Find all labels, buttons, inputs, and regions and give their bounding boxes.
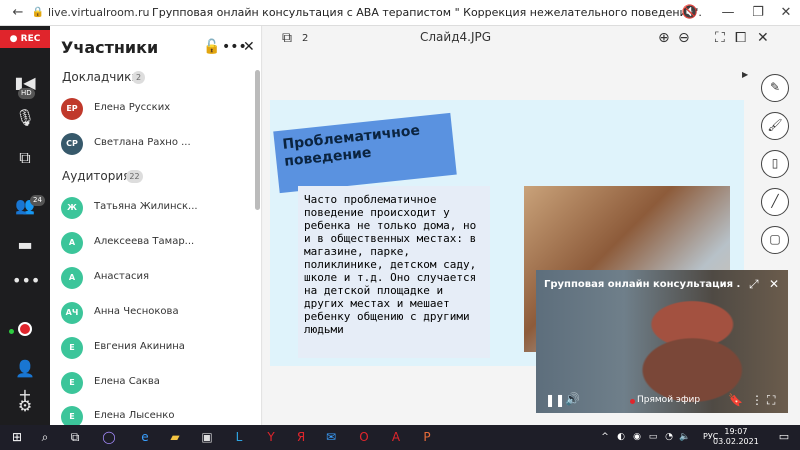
slide-name: Слайд4.JPG: [420, 30, 492, 44]
slide-count: 2: [302, 33, 309, 44]
line-tool-icon[interactable]: ╱: [761, 188, 789, 216]
powerpoint-icon[interactable]: P: [418, 428, 436, 446]
record-icon[interactable]: [12, 318, 38, 344]
pen-tool-icon[interactable]: ✎: [761, 74, 789, 102]
close-viewer-icon[interactable]: ✕: [757, 30, 769, 46]
clock-date: 03.02.2021: [713, 437, 759, 446]
pause-icon[interactable]: ❚❚: [545, 393, 565, 407]
participant-name[interactable]: Татьяна Жилинск...: [94, 201, 198, 212]
avatar[interactable]: Е: [61, 372, 83, 394]
live-label: Прямой эфир: [637, 395, 701, 405]
close-video-icon[interactable]: ✕: [769, 277, 779, 291]
avatar[interactable]: ЕР: [61, 98, 83, 120]
more-icon[interactable]: •••: [12, 268, 40, 294]
volume-tray-icon[interactable]: 🔈: [676, 428, 694, 446]
acrobat-icon[interactable]: A: [387, 428, 405, 446]
alice-icon[interactable]: ◯: [100, 428, 118, 446]
chat-icon[interactable]: ▬: [12, 232, 38, 258]
avatar[interactable]: Е: [61, 337, 83, 359]
participant-name[interactable]: Евгения Акинина: [94, 341, 185, 352]
audience-section-label: Аудитория: [62, 169, 131, 183]
search-icon[interactable]: ⌕: [36, 428, 54, 446]
settings-icon[interactable]: ⚙: [12, 393, 38, 419]
microphone-icon[interactable]: 🎙: [12, 105, 38, 131]
fit-icon[interactable]: ⧠: [735, 30, 746, 46]
yandex-icon[interactable]: Я: [292, 428, 310, 446]
opera-icon[interactable]: O: [355, 428, 373, 446]
yandex-browser-icon[interactable]: Y: [262, 428, 280, 446]
mute-tab-icon[interactable]: 🔇: [680, 3, 700, 23]
restore-icon[interactable]: ❐: [748, 3, 768, 23]
add-user-icon[interactable]: 👤+: [12, 356, 38, 404]
windows-start-icon[interactable]: ⊞: [8, 428, 26, 446]
live-dot: [630, 399, 635, 404]
slides-icon[interactable]: ⧉: [282, 30, 292, 46]
close-window-icon[interactable]: ✕: [776, 3, 796, 23]
rectangle-tool-icon[interactable]: ▢: [761, 226, 789, 254]
participant-name[interactable]: Светлана Рахно ...: [94, 137, 191, 148]
edge-icon[interactable]: e: [136, 428, 154, 446]
hd-badge: HD: [18, 88, 35, 99]
back-icon[interactable]: ←: [8, 3, 28, 23]
notifications-icon[interactable]: ▭: [775, 428, 793, 446]
marker-tool-icon[interactable]: ▯: [761, 150, 789, 178]
video-fullscreen-icon[interactable]: ⛶: [767, 393, 775, 408]
close-panel-icon[interactable]: ✕: [243, 39, 255, 55]
lock-panel-icon[interactable]: 🔓: [203, 39, 220, 55]
mail-icon[interactable]: ✉: [322, 428, 340, 446]
avatar[interactable]: А: [61, 232, 83, 254]
video-title: Групповая онлайн консультация ...: [544, 279, 740, 290]
participant-name[interactable]: Анастасия: [94, 271, 149, 282]
panel-scrollbar[interactable]: [255, 70, 260, 210]
participant-name[interactable]: Елена Русских: [94, 102, 170, 113]
speakers-count: 2: [132, 71, 145, 84]
audience-count: 22: [126, 170, 143, 183]
explorer-icon[interactable]: ▰: [166, 428, 184, 446]
store-icon[interactable]: ▣: [198, 428, 216, 446]
avatar[interactable]: СР: [61, 133, 83, 155]
lock-icon[interactable]: 🔒: [28, 3, 48, 23]
volume-icon[interactable]: 🔊: [565, 392, 580, 406]
collapse-tools-icon[interactable]: ▶: [742, 70, 748, 79]
participant-name[interactable]: Елена Лысенко: [94, 410, 174, 421]
rec-indicator[interactable]: ● REC: [0, 30, 50, 48]
slide-text: Часто проблематичное поведение происходи…: [304, 193, 477, 336]
participants-panel: [50, 26, 262, 425]
rec-label: REC: [20, 34, 41, 44]
popout-icon[interactable]: ⤢: [749, 277, 759, 292]
clock-time: 19:07: [724, 427, 748, 436]
zoom-in-icon[interactable]: ⊕: [658, 30, 670, 46]
app-l-icon[interactable]: L: [230, 428, 248, 446]
video-more-icon[interactable]: ⋮: [751, 393, 763, 407]
zoom-out-icon[interactable]: ⊖: [678, 30, 690, 46]
panel-title: Участники: [61, 38, 159, 57]
clock[interactable]: 19:07 03.02.2021: [713, 427, 759, 447]
url-text[interactable]: live.virtualroom.ru: [48, 6, 150, 19]
avatar[interactable]: А: [61, 267, 83, 289]
participant-name[interactable]: Анна Чеснокова: [94, 306, 179, 317]
speakers-section-label: Докладчики: [62, 70, 140, 84]
share-screen-icon[interactable]: ⧉: [12, 145, 38, 171]
task-view-icon[interactable]: ⧉: [66, 428, 84, 446]
bookmark-icon[interactable]: 🔖: [728, 393, 743, 407]
participant-name[interactable]: Елена Саква: [94, 376, 160, 387]
minimize-icon[interactable]: —: [718, 3, 738, 23]
brush-tool-icon[interactable]: 🖌: [761, 112, 789, 140]
participants-badge: 24: [30, 195, 45, 206]
page-title: Групповая онлайн консультация с АВА тера…: [152, 6, 702, 19]
browser-titlebar: ← 🔒 live.virtualroom.ru Групповая онлайн…: [0, 0, 800, 26]
avatar[interactable]: АЧ: [61, 302, 83, 324]
participant-name[interactable]: Алексеева Тамар...: [94, 236, 194, 247]
avatar[interactable]: Ж: [61, 197, 83, 219]
fullscreen-icon[interactable]: ⛶: [715, 30, 725, 46]
